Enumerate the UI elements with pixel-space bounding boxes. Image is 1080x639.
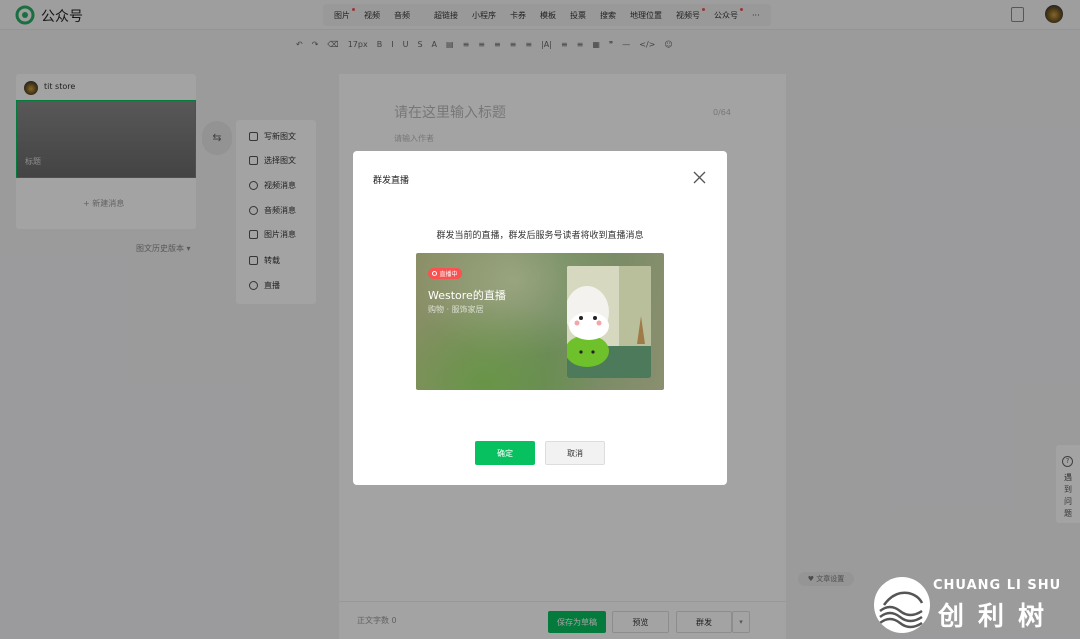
live-room-category: 购物 · 服饰家居 bbox=[428, 305, 484, 314]
dialog-title: 群发直播 bbox=[373, 176, 410, 186]
live-cover-image bbox=[567, 266, 651, 378]
watermark-text-cn: 创利树 bbox=[938, 602, 1059, 632]
live-status-badge: 直播中 bbox=[428, 268, 462, 279]
live-badge-label: 直播中 bbox=[439, 271, 458, 278]
cancel-button[interactable]: 取消 bbox=[545, 441, 605, 465]
live-room-name: Westore的直播 bbox=[428, 289, 506, 302]
live-dot-icon bbox=[432, 271, 438, 276]
watermark-text-en: CHUANG LI SHU bbox=[933, 578, 1062, 593]
watermark-logo bbox=[874, 577, 930, 633]
close-icon[interactable] bbox=[693, 171, 706, 184]
confirm-button[interactable]: 确定 bbox=[475, 441, 535, 465]
dialog-description: 群发当前的直播，群发后服务号读者将收到直播消息 bbox=[436, 231, 644, 241]
